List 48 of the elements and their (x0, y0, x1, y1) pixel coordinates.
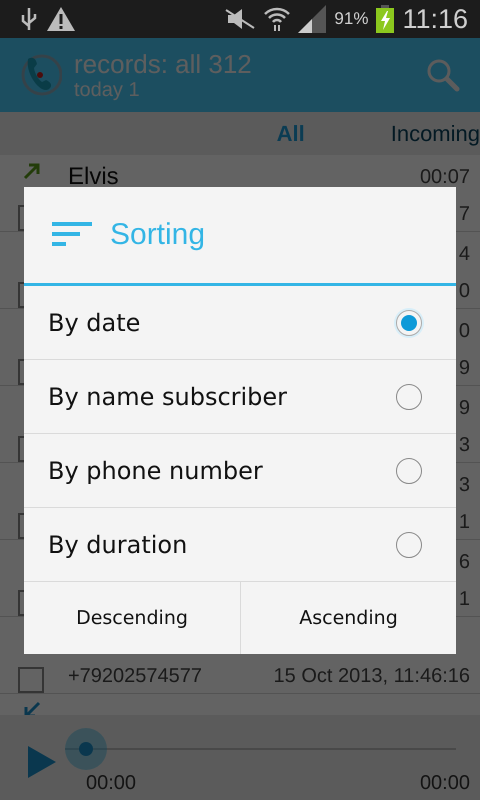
option-label: By phone number (48, 456, 263, 484)
arrow-down-left-icon (22, 700, 42, 715)
records-title: records: all 312 (74, 48, 253, 78)
wifi-icon (264, 6, 290, 32)
total-time: 00:00 (420, 772, 470, 795)
warning-icon (46, 6, 76, 32)
play-icon[interactable] (28, 746, 56, 778)
sort-option[interactable]: By phone number (24, 434, 456, 508)
contact-name: Elvis (68, 163, 120, 191)
signal-icon (298, 5, 326, 33)
call-date: 1 (458, 510, 470, 534)
call-date: 3 (458, 434, 470, 456)
order-button[interactable]: Ascending (240, 582, 456, 654)
option-label: By duration (48, 530, 188, 558)
call-duration: 00:07 (420, 166, 470, 188)
battery-charging-icon (376, 5, 394, 33)
call-date: 1 (458, 588, 470, 610)
call-duration: 0 (458, 320, 470, 342)
records-subtitle: today 1 (74, 78, 141, 102)
call-duration: 4 (458, 242, 470, 266)
order-button[interactable]: Descending (24, 582, 240, 654)
checkbox[interactable] (18, 667, 44, 693)
arrow-up-right-icon (22, 161, 42, 181)
sort-option[interactable]: By name subscriber (24, 360, 456, 434)
call-date: 9 (458, 356, 470, 380)
radio-button[interactable] (396, 458, 422, 484)
battery-percent: 91% (334, 9, 368, 29)
mute-icon (224, 8, 256, 30)
usb-icon (20, 6, 38, 32)
option-label: By date (48, 308, 140, 336)
elapsed-time: 00:00 (86, 772, 136, 795)
call-duration: 6 (458, 550, 470, 574)
call-date: 0 (458, 280, 470, 302)
dialog-title: Sorting (110, 218, 206, 252)
search-icon[interactable] (426, 58, 460, 92)
clock-time: 11:16 (402, 4, 468, 34)
phone-number: +79202574577 (68, 664, 204, 688)
sort-option[interactable]: By duration (24, 508, 456, 582)
option-label: By name subscriber (48, 382, 288, 410)
call-duration: 3 (458, 474, 470, 496)
call-date: 7 (458, 202, 470, 226)
call-duration: 9 (458, 396, 470, 420)
radio-button[interactable] (396, 384, 422, 410)
call-date: 15 Oct 2013, 11:46:16 (274, 664, 470, 688)
sort-icon (52, 222, 92, 248)
radio-button[interactable] (396, 532, 422, 558)
radio-button[interactable] (396, 310, 422, 336)
sort-option[interactable]: By date (24, 286, 456, 360)
